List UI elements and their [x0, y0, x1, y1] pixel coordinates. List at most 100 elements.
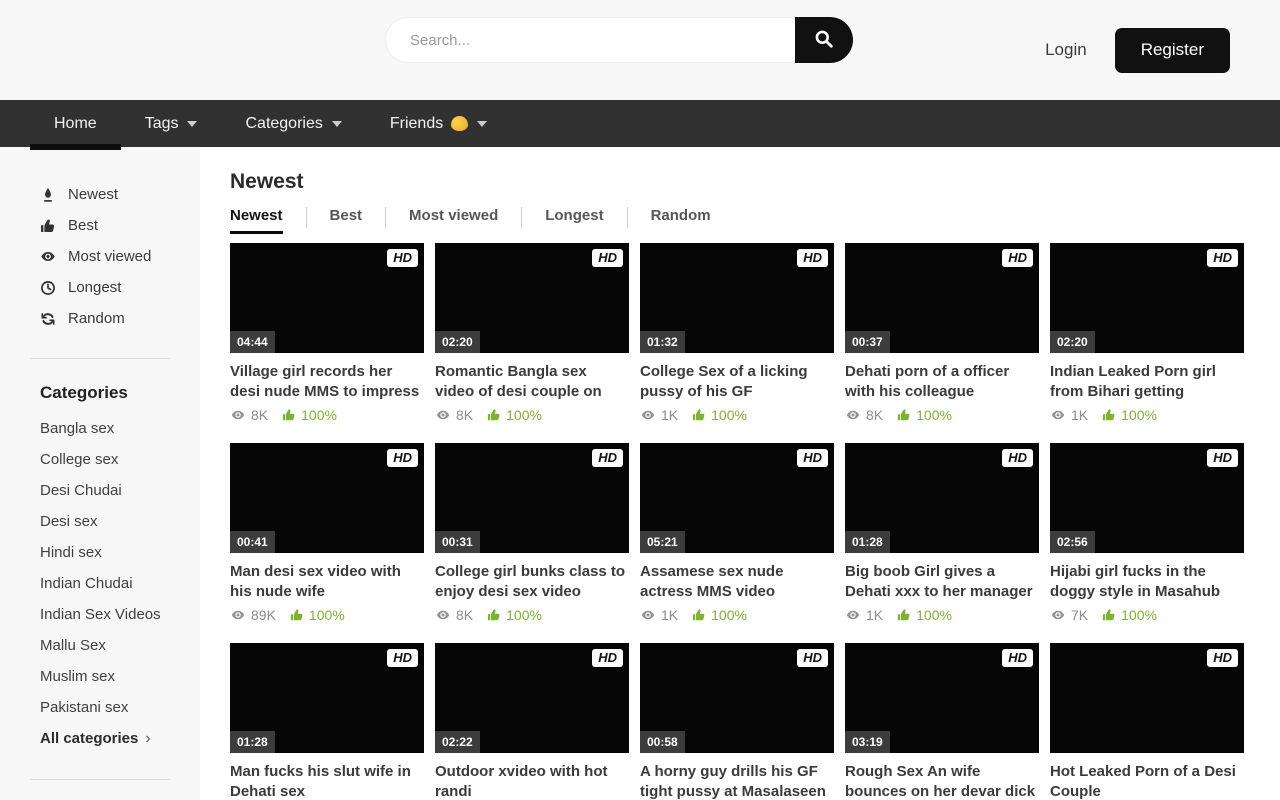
video-stats: 1K100% — [640, 407, 834, 423]
eye-icon — [435, 408, 451, 422]
video-card[interactable]: HD05:21 Assamese sex nude actress MMS vid… — [640, 443, 834, 624]
video-thumbnail[interactable]: HD00:31 — [435, 443, 629, 553]
view-count: 7K — [1071, 607, 1088, 623]
category-link[interactable]: College sex — [0, 444, 200, 475]
hd-badge: HD — [387, 449, 418, 467]
video-title[interactable]: Assamese sex nude actress MMS video — [640, 562, 834, 602]
hd-badge: HD — [797, 649, 828, 667]
video-title[interactable]: College Sex of a licking pussy of his GF — [640, 362, 834, 402]
video-card[interactable]: HD00:31 College girl bunks class to enjoy… — [435, 443, 629, 624]
video-card[interactable]: HD02:20 Romantic Bangla sex video of desi… — [435, 243, 629, 424]
search-input[interactable] — [385, 17, 795, 63]
nav-item-friends[interactable]: Friends — [366, 100, 511, 147]
video-title[interactable]: Rough Sex An wife bounces on her devar d… — [845, 762, 1039, 800]
video-title[interactable]: Romantic Bangla sex video of desi couple… — [435, 362, 629, 402]
sidebar-item-most-viewed[interactable]: Most viewed — [0, 241, 200, 272]
tab-separator — [627, 207, 628, 228]
video-thumbnail[interactable]: HD02:22 — [435, 643, 629, 753]
duration-badge: 05:21 — [640, 531, 685, 553]
sidebar-item-best[interactable]: Best — [0, 210, 200, 241]
sidebar-item-longest[interactable]: Longest — [0, 272, 200, 303]
video-thumbnail[interactable]: HD01:28 — [230, 643, 424, 753]
sidebar-item-label: Most viewed — [68, 248, 151, 265]
video-title[interactable]: Indian Leaked Porn girl from Bihari gett… — [1050, 362, 1244, 402]
video-title[interactable]: Village girl records her desi nude MMS t… — [230, 362, 424, 402]
video-card[interactable]: HD04:44 Village girl records her desi nud… — [230, 243, 424, 424]
category-link[interactable]: Indian Chudai — [0, 568, 200, 599]
video-card[interactable]: HD02:22 Outdoor xvideo with hot randi — [435, 643, 629, 800]
category-link[interactable]: Desi Chudai — [0, 475, 200, 506]
nav-item-home[interactable]: Home — [30, 100, 121, 147]
sidebar-sort-links: Newest Best Most viewed LongestRandom — [0, 179, 200, 334]
tab-longest[interactable]: Longest — [545, 207, 603, 234]
hd-badge: HD — [1207, 649, 1238, 667]
category-link[interactable]: Mallu Sex — [0, 630, 200, 661]
video-stats: 8K100% — [230, 407, 424, 423]
thumbs-up-icon — [897, 408, 911, 422]
video-stats: 8K100% — [845, 407, 1039, 423]
video-thumbnail[interactable]: HD04:44 — [230, 243, 424, 353]
video-card[interactable]: HD02:56 Hijabi girl fucks in the doggy st… — [1050, 443, 1244, 624]
category-link[interactable]: Hindi sex — [0, 537, 200, 568]
category-link[interactable]: Indian Sex Videos — [0, 599, 200, 630]
thumbs-up-icon — [692, 608, 706, 622]
video-thumbnail[interactable]: HD00:58 — [640, 643, 834, 753]
video-thumbnail[interactable]: HD01:28 — [845, 443, 1039, 553]
sidebar-divider — [30, 358, 170, 359]
category-link[interactable]: Muslim sex — [0, 661, 200, 692]
sidebar-item-newest[interactable]: Newest — [0, 179, 200, 210]
sidebar-item-label: Best — [68, 217, 98, 234]
video-thumbnail[interactable]: HD — [1050, 643, 1244, 753]
video-card[interactable]: HD01:28 Big boob Girl gives a Dehati xxx … — [845, 443, 1039, 624]
tab-newest[interactable]: Newest — [230, 207, 283, 234]
video-thumbnail[interactable]: HD00:41 — [230, 443, 424, 553]
video-card[interactable]: HD01:32 College Sex of a licking pussy of… — [640, 243, 834, 424]
handshake-emoji — [451, 116, 468, 131]
video-card[interactable]: HD03:19 Rough Sex An wife bounces on her … — [845, 643, 1039, 800]
eye-icon — [845, 408, 861, 422]
video-thumbnail[interactable]: HD05:21 — [640, 443, 834, 553]
video-title[interactable]: Hot Leaked Porn of a Desi Couple — [1050, 762, 1244, 800]
video-title[interactable]: Outdoor xvideo with hot randi — [435, 762, 629, 800]
video-thumbnail[interactable]: HD02:20 — [435, 243, 629, 353]
video-title[interactable]: Hijabi girl fucks in the doggy style in … — [1050, 562, 1244, 602]
video-thumbnail[interactable]: HD01:32 — [640, 243, 834, 353]
sidebar-item-random[interactable]: Random — [0, 303, 200, 334]
view-count: 1K — [866, 607, 883, 623]
like-percentage: 100% — [1102, 607, 1157, 623]
hd-badge: HD — [592, 449, 623, 467]
duration-badge: 02:20 — [435, 331, 480, 353]
category-link[interactable]: Pakistani sex — [0, 692, 200, 723]
all-categories-link[interactable]: All categories› — [0, 723, 200, 755]
categories-heading: Categories — [40, 383, 200, 403]
video-title[interactable]: Man desi sex video with his nude wife — [230, 562, 424, 602]
video-title[interactable]: Big boob Girl gives a Dehati xxx to her … — [845, 562, 1039, 602]
login-link[interactable]: Login — [1045, 40, 1087, 60]
video-thumbnail[interactable]: HD03:19 — [845, 643, 1039, 753]
like-value: 100% — [309, 607, 345, 623]
video-thumbnail[interactable]: HD02:20 — [1050, 243, 1244, 353]
video-card[interactable]: HD00:41 Man desi sex video with his nude … — [230, 443, 424, 624]
video-title[interactable]: A horny guy drills his GF tight pussy at… — [640, 762, 834, 800]
category-link[interactable]: Bangla sex — [0, 413, 200, 444]
category-link[interactable]: Desi sex — [0, 506, 200, 537]
video-thumbnail[interactable]: HD00:37 — [845, 243, 1039, 353]
video-card[interactable]: HD00:37 Dehati porn of a officer with his… — [845, 243, 1039, 424]
tab-random[interactable]: Random — [651, 207, 711, 234]
view-count: 8K — [251, 407, 268, 423]
video-card[interactable]: HD Hot Leaked Porn of a Desi Couple — [1050, 643, 1244, 800]
register-button[interactable]: Register — [1115, 28, 1230, 73]
video-card[interactable]: HD01:28 Man fucks his slut wife in Dehati… — [230, 643, 424, 800]
video-thumbnail[interactable]: HD02:56 — [1050, 443, 1244, 553]
search-button[interactable] — [795, 17, 853, 63]
tab-best[interactable]: Best — [330, 207, 363, 234]
video-title[interactable]: Man fucks his slut wife in Dehati sex — [230, 762, 424, 800]
chevron-down-icon — [477, 121, 487, 127]
nav-item-tags[interactable]: Tags — [121, 100, 222, 147]
nav-item-categories[interactable]: Categories — [221, 100, 365, 147]
tab-most-viewed[interactable]: Most viewed — [409, 207, 498, 234]
video-card[interactable]: HD00:58 A horny guy drills his GF tight p… — [640, 643, 834, 800]
video-title[interactable]: College girl bunks class to enjoy desi s… — [435, 562, 629, 602]
video-card[interactable]: HD02:20 Indian Leaked Porn girl from Biha… — [1050, 243, 1244, 424]
video-title[interactable]: Dehati porn of a officer with his collea… — [845, 362, 1039, 402]
